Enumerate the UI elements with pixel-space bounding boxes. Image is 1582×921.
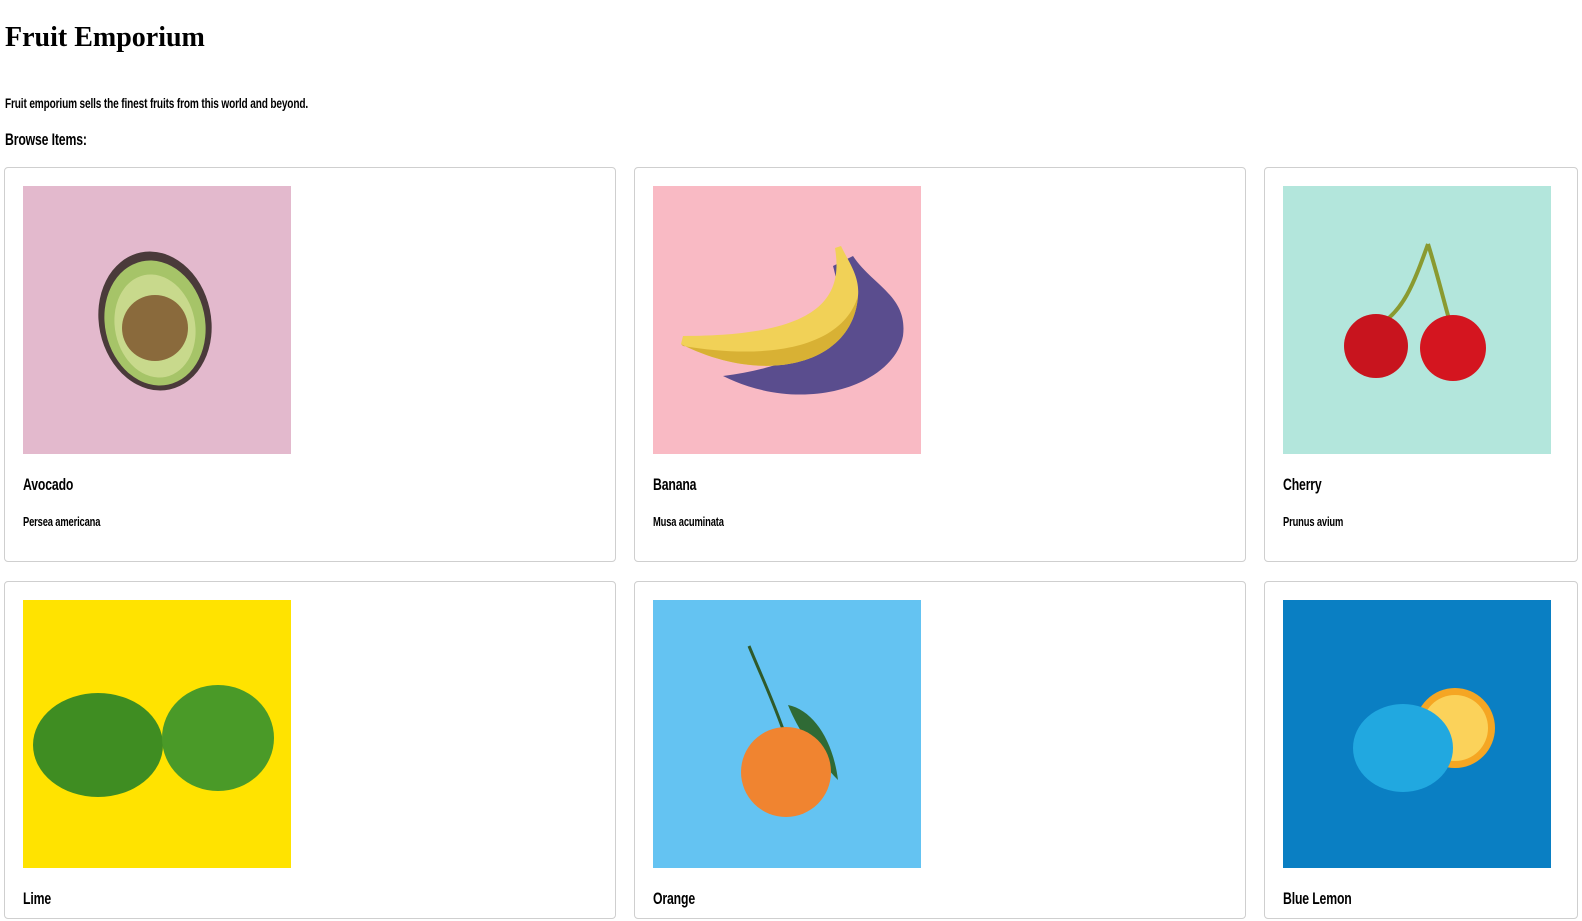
product-name: Avocado xyxy=(23,475,74,494)
product-card-lime[interactable]: Lime xyxy=(4,581,616,919)
product-name: Blue Lemon xyxy=(1283,889,1352,908)
avocado-image xyxy=(23,186,291,454)
product-card-banana[interactable]: Banana Musa acuminata xyxy=(634,167,1246,562)
product-species: Persea americana xyxy=(23,514,101,529)
product-name: Banana xyxy=(653,475,697,494)
product-name: Orange xyxy=(653,889,695,908)
product-name: Lime xyxy=(23,889,52,908)
orange-image xyxy=(653,600,921,868)
product-card-orange[interactable]: Orange xyxy=(634,581,1246,919)
product-species: Prunus avium xyxy=(1283,514,1344,529)
cherry-image xyxy=(1283,186,1551,454)
store-description: Fruit emporium sells the finest fruits f… xyxy=(5,95,309,111)
blue-lemon-image xyxy=(1283,600,1551,868)
product-grid: Avocado Persea americana Banana Musa acu… xyxy=(4,167,1578,919)
product-card-cherry[interactable]: Cherry Prunus avium xyxy=(1264,167,1578,562)
product-name: Cherry xyxy=(1283,475,1322,494)
lime-image xyxy=(23,600,291,868)
product-card-avocado[interactable]: Avocado Persea americana xyxy=(4,167,616,562)
page-title: Fruit Emporium xyxy=(5,22,205,53)
banana-image xyxy=(653,186,921,454)
browse-heading: Browse Items: xyxy=(5,130,87,149)
product-species: Musa acuminata xyxy=(653,514,724,529)
product-card-blue-lemon[interactable]: Blue Lemon xyxy=(1264,581,1578,919)
